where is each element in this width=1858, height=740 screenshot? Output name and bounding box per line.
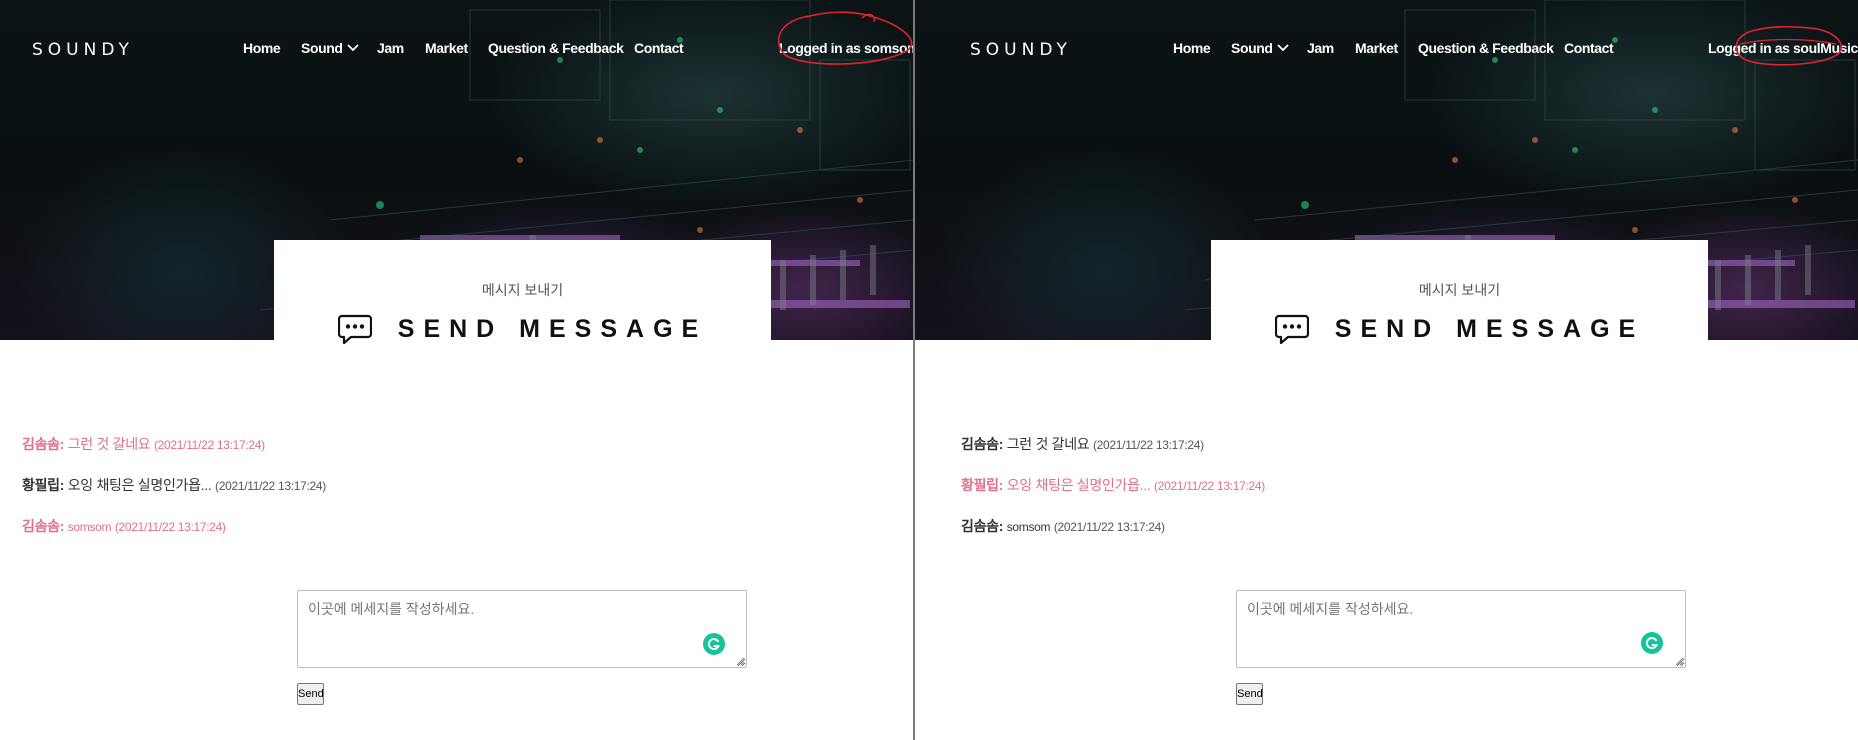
message-timestamp: (2021/11/22 13:17:24) (153, 438, 265, 452)
resize-grip-icon[interactable] (735, 656, 745, 666)
nav-market[interactable]: Market (1355, 40, 1398, 56)
grammarly-icon[interactable] (703, 633, 725, 655)
chat-message-list: 김솜솜: 그런 것 갈네요 (2021/11/22 13:17:24) 황필립:… (22, 434, 882, 557)
chevron-down-icon (346, 44, 359, 52)
brand-logo[interactable]: SOUNDY (32, 40, 134, 60)
login-status: Logged in as somsom (779, 40, 914, 56)
chevron-down-icon (1276, 44, 1289, 52)
grammarly-icon[interactable] (1641, 632, 1663, 654)
send-button[interactable]: Send (297, 683, 324, 705)
nav-market[interactable]: Market (425, 40, 468, 56)
message-text: 오잉 채팅은 실명인가욥... (1006, 477, 1151, 493)
message-timestamp: (2021/11/22 13:17:24) (114, 520, 226, 534)
message-sender: 김솜솜: (961, 518, 1004, 534)
card-title: SEND MESSAGE (1334, 314, 1645, 343)
left-screenshot-pane: SOUNDY Home Sound Jam Market Question & … (0, 0, 914, 740)
nav-question-feedback[interactable]: Question & Feedback (488, 40, 624, 56)
nav-jam[interactable]: Jam (1307, 40, 1334, 56)
nav-contact[interactable]: Contact (634, 40, 684, 56)
card-subtitle: 메시지 보내기 (1418, 282, 1501, 298)
chat-message: 황필립: 오잉 채팅은 실명인가욥... (2021/11/22 13:17:2… (961, 475, 1821, 516)
send-button[interactable]: Send (1236, 683, 1263, 705)
nav-home[interactable]: Home (243, 40, 281, 56)
message-text: 오잉 채팅은 실명인가욥... (67, 477, 212, 493)
brand-logo[interactable]: SOUNDY (970, 40, 1072, 60)
message-sender: 김솜솜: (961, 436, 1004, 452)
message-text: somsom (1006, 520, 1051, 534)
message-input[interactable] (297, 590, 747, 668)
nav-home[interactable]: Home (1173, 40, 1211, 56)
chat-bubble-icon (337, 314, 372, 344)
chat-bubble-icon (1274, 314, 1309, 344)
message-sender: 김솜솜: (22, 518, 65, 534)
message-text: 그런 것 갈네요 (1006, 436, 1090, 452)
nav-jam[interactable]: Jam (377, 40, 404, 56)
chat-message: 황필립: 오잉 채팅은 실명인가욥... (2021/11/22 13:17:2… (22, 475, 882, 516)
message-sender: 황필립: (961, 477, 1004, 493)
chat-message: 김솜솜: 그런 것 갈네요 (2021/11/22 13:17:24) (961, 434, 1821, 475)
message-timestamp: (2021/11/22 13:17:24) (215, 479, 326, 493)
chat-message: 김솜솜: somsom (2021/11/22 13:17:24) (22, 516, 882, 557)
nav-sound[interactable]: Sound (1231, 40, 1289, 56)
nav-contact[interactable]: Contact (1564, 40, 1614, 56)
login-status: Logged in as soulMusic (1708, 40, 1858, 56)
chat-message-list: 김솜솜: 그런 것 갈네요 (2021/11/22 13:17:24) 황필립:… (961, 434, 1821, 557)
chat-message: 김솜솜: 그런 것 갈네요 (2021/11/22 13:17:24) (22, 434, 882, 475)
card-subtitle: 메시지 보내기 (481, 282, 564, 298)
message-text: 그런 것 갈네요 (67, 436, 151, 452)
message-text: somsom (67, 520, 112, 534)
nav-sound-label: Sound (301, 40, 343, 56)
message-input[interactable] (1236, 590, 1686, 668)
nav-sound-label: Sound (1231, 40, 1273, 56)
chat-message: 김솜솜: somsom (2021/11/22 13:17:24) (961, 516, 1821, 557)
nav-question-feedback[interactable]: Question & Feedback (1418, 40, 1554, 56)
nav-sound[interactable]: Sound (301, 40, 359, 56)
send-message-card: 메시지 보내기 SEND MESSAGE (274, 240, 771, 344)
message-timestamp: (2021/11/22 13:17:24) (1154, 479, 1265, 493)
resize-grip-icon[interactable] (1674, 656, 1684, 666)
message-timestamp: (2021/11/22 13:17:24) (1053, 520, 1165, 534)
right-screenshot-pane: SOUNDY Home Sound Jam Market Question & … (915, 0, 1858, 740)
send-message-card: 메시지 보내기 SEND MESSAGE (1211, 240, 1708, 344)
message-sender: 김솜솜: (22, 436, 65, 452)
card-title: SEND MESSAGE (397, 314, 708, 343)
message-timestamp: (2021/11/22 13:17:24) (1092, 438, 1204, 452)
top-navigation: SOUNDY Home Sound Jam Market Question & … (0, 0, 914, 100)
top-navigation: SOUNDY Home Sound Jam Market Question & … (915, 0, 1858, 100)
message-sender: 황필립: (22, 477, 65, 493)
